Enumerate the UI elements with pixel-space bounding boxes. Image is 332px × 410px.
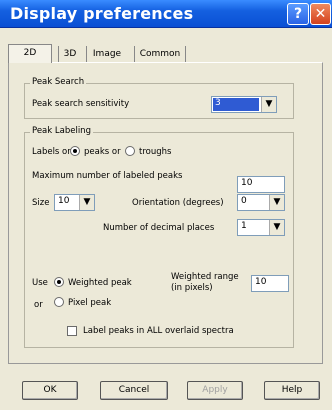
max-labeled-peaks-label: Maximum number of labeled peaks <box>32 171 183 181</box>
radio-peaks-label: peaks or <box>84 147 121 157</box>
orientation-select[interactable]: 0 ▼ <box>237 194 285 211</box>
radio-troughs[interactable] <box>125 146 135 156</box>
decimal-places-label: Number of decimal places <box>103 223 215 233</box>
weighted-range-label: Weighted range <box>171 272 239 282</box>
help-caption-button[interactable]: ? <box>287 3 309 25</box>
max-labeled-peaks-input[interactable]: 10 <box>237 176 285 193</box>
weighted-range-value: 10 <box>255 277 267 287</box>
radio-troughs-label: troughs <box>139 147 172 157</box>
label-all-overlaid-label: Label peaks in ALL overlaid spectra <box>83 326 234 336</box>
weighted-range-input[interactable]: 10 <box>251 275 289 292</box>
chevron-down-icon[interactable]: ▼ <box>269 195 284 210</box>
peak-labeling-group <box>24 132 294 348</box>
sensitivity-value: 3 <box>215 98 221 108</box>
help-button[interactable]: Help <box>264 381 320 400</box>
or-label: or <box>34 300 43 310</box>
decimal-places-value: 1 <box>241 221 247 231</box>
orientation-value: 0 <box>241 196 247 206</box>
label-all-overlaid-checkbox[interactable] <box>67 326 77 336</box>
ok-button[interactable]: OK <box>22 381 78 400</box>
use-label: Use <box>32 278 48 288</box>
peak-search-legend: Peak Search <box>30 77 87 87</box>
radio-weighted-peak-label: Weighted peak <box>68 278 132 288</box>
decimal-places-select[interactable]: 1 ▼ <box>237 219 285 236</box>
close-icon: ✕ <box>314 6 327 22</box>
tab-2d[interactable]: 2D <box>8 44 52 63</box>
cancel-button[interactable]: Cancel <box>100 381 168 400</box>
close-caption-button[interactable]: ✕ <box>310 3 331 25</box>
peak-search-sensitivity-label: Peak search sensitivity <box>32 99 130 109</box>
tab-common[interactable]: Common <box>134 46 186 62</box>
radio-peaks[interactable] <box>70 146 80 156</box>
size-value: 10 <box>58 196 70 206</box>
size-select[interactable]: 10 ▼ <box>54 194 95 211</box>
tab-3d[interactable]: 3D <box>58 46 81 62</box>
window-title: Display preferences <box>10 4 194 23</box>
max-labeled-peaks-value: 10 <box>241 178 253 188</box>
question-mark-icon: ? <box>293 6 303 22</box>
radio-pixel-peak-label: Pixel peak <box>68 298 112 308</box>
radio-pixel-peak[interactable] <box>54 297 64 307</box>
orientation-label: Orientation (degrees) <box>132 198 224 208</box>
weighted-range-units-label: (in pixels) <box>171 283 213 293</box>
tab-image[interactable]: Image <box>86 46 127 62</box>
size-label: Size <box>32 198 50 208</box>
chevron-down-icon[interactable]: ▼ <box>261 97 276 112</box>
apply-button[interactable]: Apply <box>187 381 243 400</box>
peak-search-sensitivity-select[interactable]: 3 ▼ <box>211 96 277 113</box>
chevron-down-icon[interactable]: ▼ <box>79 195 94 210</box>
chevron-down-icon[interactable]: ▼ <box>269 220 284 235</box>
peak-labeling-legend: Peak Labeling <box>30 126 93 136</box>
radio-weighted-peak[interactable] <box>54 277 64 287</box>
labels-on-label: Labels on <box>32 147 73 157</box>
